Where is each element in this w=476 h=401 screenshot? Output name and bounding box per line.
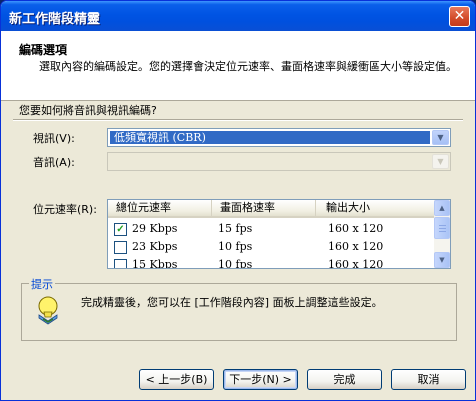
scroll-up-button[interactable]: ▲ <box>434 200 450 216</box>
column-header-total-bitrate[interactable]: 總位元速率 <box>108 200 212 217</box>
cancel-button[interactable]: 取消 <box>391 369 466 390</box>
page-description: 選取內容的編碼設定。您的選擇會決定位元速率、畫面格速率與緩衝區大小等設定值。 <box>39 60 457 73</box>
title-bar[interactable]: 新工作階段精靈 ✕ <box>1 1 475 31</box>
video-select-dropdown[interactable]: ▼ <box>432 130 449 145</box>
video-select-value: 低頻寬視訊 (CBR) <box>110 131 430 144</box>
grip-line <box>439 228 446 229</box>
bitrate-list[interactable]: 總位元速率 畫面格速率 輸出大小 ✓ 29 Kbps 15 fps 160 x … <box>107 199 451 269</box>
column-header-frame-rate[interactable]: 畫面格速率 <box>212 200 316 217</box>
chevron-down-icon: ▼ <box>439 256 445 264</box>
divider <box>13 119 463 121</box>
row-checkbox[interactable] <box>114 259 127 268</box>
row-size: 160 x 120 <box>328 222 384 235</box>
tips-group <box>21 283 457 341</box>
row-fps: 15 fps <box>218 222 253 235</box>
video-label: 視訊(V): <box>33 132 75 145</box>
window-title: 新工作階段精靈 <box>9 12 101 27</box>
table-row[interactable]: ✓ 29 Kbps 15 fps 160 x 120 <box>108 220 435 238</box>
tips-text: 完成精靈後，您可以在 [工作階段內容] 面板上調整這些設定。 <box>81 296 383 309</box>
audio-select[interactable]: ▼ <box>107 152 451 171</box>
grip-line <box>439 225 446 226</box>
row-size: 160 x 120 <box>328 240 384 253</box>
audio-select-dropdown[interactable]: ▼ <box>432 154 449 169</box>
video-select[interactable]: 低頻寬視訊 (CBR) ▼ <box>107 128 451 147</box>
audio-label: 音訊(A): <box>33 156 75 169</box>
table-row[interactable]: 15 Kbps 10 fps 160 x 120 <box>108 256 435 269</box>
row-bitrate: 29 Kbps <box>132 222 178 235</box>
row-checkbox[interactable]: ✓ <box>114 223 127 236</box>
page-title: 編碼選項 <box>19 43 68 57</box>
lightbulb-icon <box>38 296 58 325</box>
grip-line <box>439 231 446 232</box>
next-button[interactable]: 下一步(N) > <box>223 369 298 390</box>
wizard-window: 新工作階段精靈 ✕ 編碼選項 選取內容的編碼設定。您的選擇會決定位元速率、畫面格… <box>0 0 476 401</box>
chevron-down-icon: ▼ <box>437 157 444 166</box>
tips-label: 提示 <box>29 276 55 292</box>
back-button[interactable]: < 上一步(B) <box>139 369 214 390</box>
finish-button[interactable]: 完成 <box>307 369 382 390</box>
row-fps: 10 fps <box>218 240 253 253</box>
bitrate-list-header: 總位元速率 畫面格速率 輸出大小 <box>108 200 435 218</box>
scroll-thumb[interactable] <box>434 217 450 239</box>
wizard-header: 編碼選項 選取內容的編碼設定。您的選擇會決定位元速率、畫面格速率與緩衝區大小等設… <box>1 31 475 101</box>
checkmark-icon: ✓ <box>116 224 125 235</box>
scroll-down-button[interactable]: ▼ <box>434 252 450 268</box>
row-bitrate: 23 Kbps <box>132 240 178 253</box>
close-button[interactable]: ✕ <box>449 6 470 27</box>
question-text: 您要如何將音訊與視訊編碼? <box>19 104 157 117</box>
row-size: 160 x 120 <box>328 258 384 269</box>
row-fps: 10 fps <box>218 258 253 269</box>
table-row[interactable]: 23 Kbps 10 fps 160 x 120 <box>108 238 435 256</box>
column-header-output-size[interactable]: 輸出大小 <box>316 200 435 217</box>
row-checkbox[interactable] <box>114 241 127 254</box>
chevron-up-icon: ▲ <box>439 204 445 212</box>
close-icon: ✕ <box>453 8 466 24</box>
bitrate-label: 位元速率(R): <box>33 203 97 216</box>
chevron-down-icon: ▼ <box>437 133 444 142</box>
vertical-scrollbar[interactable]: ▲ ▼ <box>434 200 450 268</box>
row-bitrate: 15 Kbps <box>132 258 178 269</box>
